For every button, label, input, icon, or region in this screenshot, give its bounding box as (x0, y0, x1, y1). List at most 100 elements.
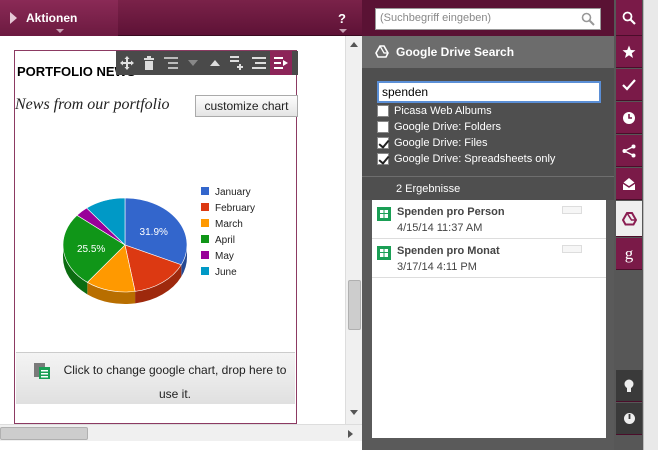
panel-title: Google Drive Search (396, 45, 515, 59)
panel-header: Google Drive Search (362, 36, 614, 68)
search-panel: (Suchbegriff eingeben) Google Drive Sear… (362, 0, 614, 450)
filter-checkbox[interactable] (377, 105, 389, 117)
portlet-subtitle: News from our portfolio (15, 96, 170, 113)
portlet-toolbar (116, 51, 298, 75)
actions-menu-label: Aktionen (26, 11, 78, 25)
result-item[interactable]: Spenden pro Person 4/15/14 11:37 AM (372, 200, 606, 239)
page-canvas: PORTFOLIO NEWS News from our portfolio c… (0, 36, 345, 424)
top-bar: Aktionen ? (0, 0, 362, 36)
strip-power-button[interactable] (616, 403, 642, 435)
legend-label: June (215, 267, 237, 278)
strip-google-drive-button[interactable] (616, 201, 642, 237)
strip-favorites-button[interactable] (616, 36, 642, 68)
chart-drop-zone[interactable]: Click to change google chart, drop here … (16, 352, 295, 404)
results-count: 2 Ergebnisse (362, 176, 614, 200)
strip-tasks-button[interactable] (616, 69, 642, 101)
google-plus-icon: g (624, 243, 634, 263)
sidebar-icon-strip: g (614, 0, 658, 450)
drop-zone-text: Click to change google chart, drop here … (63, 363, 287, 401)
inbox-icon (622, 177, 636, 190)
strip-share-button[interactable] (616, 135, 642, 167)
result-name: Spenden pro Monat (397, 245, 500, 257)
pie-chart: 31.9% 25.5% January February March April May J… (62, 187, 255, 304)
workspace-area: Aktionen ? PORTFOLIO NEWS News from our … (0, 0, 362, 450)
search-filters: spenden Picasa Web Albums Google Drive: … (362, 68, 614, 176)
add-row-icon[interactable] (226, 51, 248, 75)
search-icon[interactable] (581, 12, 595, 26)
pie-data-label: 31.9% (140, 227, 168, 238)
actions-menu-button[interactable]: Aktionen (0, 0, 118, 36)
lightbulb-icon (624, 379, 634, 392)
vertical-scrollbar[interactable] (345, 36, 362, 424)
help-button[interactable]: ? (330, 0, 354, 36)
result-date: 4/15/14 11:37 AM (397, 222, 483, 234)
filter-label: Google Drive: Spreadsheets only (394, 153, 556, 165)
legend-label: April (215, 235, 235, 246)
arrow-up-icon[interactable] (204, 51, 226, 75)
share-icon (622, 144, 636, 157)
strip-tips-button[interactable] (616, 370, 642, 402)
star-icon (622, 45, 636, 58)
global-search-input[interactable]: (Suchbegriff eingeben) (375, 8, 601, 30)
legend-label: February (215, 203, 255, 214)
scroll-right-arrow-icon[interactable] (348, 430, 353, 438)
delete-icon[interactable] (138, 51, 160, 75)
result-thumbnail (562, 245, 582, 253)
strip-google-plus-button[interactable]: g (616, 238, 642, 270)
result-thumbnail (562, 206, 582, 214)
filter-checkbox[interactable] (377, 121, 389, 133)
filter-label: Picasa Web Albums (394, 105, 492, 117)
dropdown-indicator-icon (339, 29, 347, 33)
global-search-bar: (Suchbegriff eingeben) (362, 0, 614, 36)
help-label: ? (338, 10, 346, 26)
legend-label: March (215, 219, 243, 230)
spreadsheet-icon (377, 246, 391, 260)
legend-swatch (201, 203, 209, 211)
filter-picasa[interactable]: Picasa Web Albums (377, 103, 492, 119)
horizontal-scrollbar[interactable] (0, 424, 362, 441)
filter-drive-files[interactable]: Google Drive: Files (377, 135, 488, 151)
strip-history-button[interactable] (616, 102, 642, 134)
legend-swatch (201, 251, 209, 259)
legend-label: May (215, 251, 234, 262)
result-date: 3/17/14 4:11 PM (397, 261, 477, 273)
result-item[interactable]: Spenden pro Monat 3/17/14 4:11 PM (372, 239, 606, 278)
indent-icon[interactable] (160, 51, 182, 75)
filter-checkbox[interactable] (377, 137, 389, 149)
format-icon[interactable] (270, 51, 292, 75)
customize-chart-button[interactable]: customize chart (195, 95, 298, 117)
legend-swatch (201, 219, 209, 227)
results-list: Spenden pro Person 4/15/14 11:37 AM Spen… (372, 200, 606, 438)
google-drive-icon (375, 45, 389, 58)
arrow-down-icon[interactable] (182, 51, 204, 75)
spreadsheet-icon (377, 207, 391, 221)
strip-edge (643, 0, 658, 450)
power-icon (623, 413, 635, 424)
align-icon[interactable] (248, 51, 270, 75)
portfolio-news-portlet: PORTFOLIO NEWS News from our portfolio c… (14, 50, 298, 424)
search-icon (622, 11, 636, 25)
global-search-placeholder: (Suchbegriff eingeben) (380, 12, 492, 24)
filter-label: Google Drive: Folders (394, 121, 501, 133)
move-icon[interactable] (116, 51, 138, 75)
legend-swatch (201, 267, 209, 275)
scroll-down-arrow-icon[interactable] (350, 410, 358, 415)
spreadsheet-doc-icon (34, 363, 50, 379)
horizontal-scroll-thumb[interactable] (0, 427, 88, 440)
filter-drive-folders[interactable]: Google Drive: Folders (377, 119, 501, 135)
scroll-up-arrow-icon[interactable] (350, 42, 358, 47)
strip-inbox-button[interactable] (616, 168, 642, 200)
pie-data-label: 25.5% (77, 244, 105, 255)
strip-search-button[interactable] (616, 0, 642, 36)
legend-label: January (215, 187, 251, 198)
drive-search-input[interactable]: spenden (377, 81, 601, 103)
vertical-scroll-thumb[interactable] (348, 280, 361, 330)
result-name: Spenden pro Person (397, 206, 505, 218)
clock-icon (623, 111, 635, 124)
dropdown-indicator-icon (56, 29, 64, 33)
check-icon (622, 78, 636, 91)
google-drive-icon (621, 211, 637, 225)
filter-checkbox[interactable] (377, 153, 389, 165)
expand-arrow-icon (10, 12, 17, 24)
filter-drive-spreadsheets[interactable]: Google Drive: Spreadsheets only (377, 151, 555, 167)
